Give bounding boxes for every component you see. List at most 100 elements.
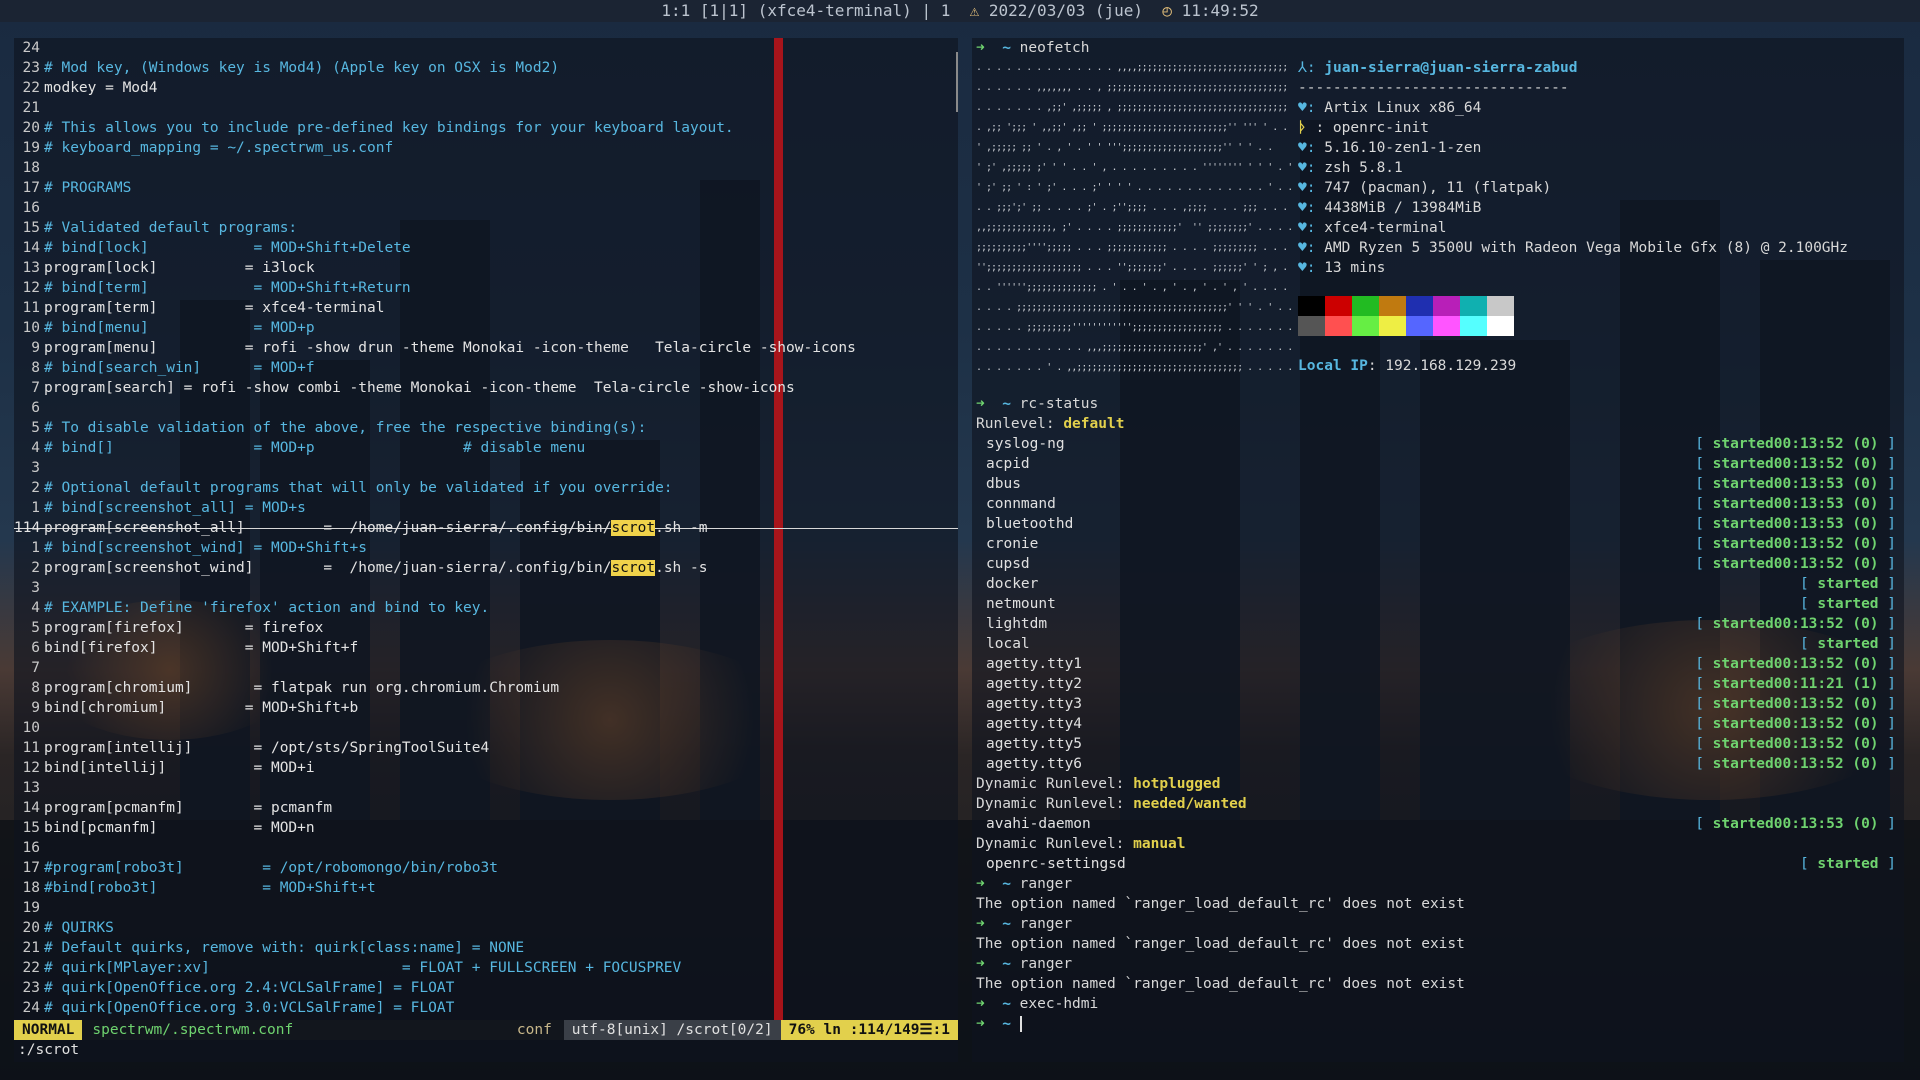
editor-line[interactable]: 24 [14,38,958,58]
editor-line[interactable]: 15 # Validated default programs: [14,218,958,238]
editor-line[interactable]: 5 program[firefox] = firefox [14,618,958,638]
line-number: 6 [31,400,40,416]
editor-line[interactable]: 21 [14,98,958,118]
editor-line[interactable]: 18 #bind[robo3t] = MOD+Shift+t [14,878,958,898]
prompt-arrow-icon: ➜ [976,916,985,932]
editor-line[interactable]: 18 [14,158,958,178]
line-number: 8 [31,360,40,376]
editor-line[interactable]: 4 # EXAMPLE: Define 'firefox' action and … [14,598,958,618]
init-icon: ᚦ [1298,120,1307,136]
editor-line[interactable]: 13 program[lock] = i3lock [14,258,958,278]
editor-line[interactable]: 1 # bind[screenshot_all] = MOD+s [14,498,958,518]
service-name: lightdm [986,616,1048,632]
workspace-indicator[interactable]: 1:1 [1|1] (xfce4-terminal) | 1 [661,1,950,20]
color-swatch [1352,316,1379,336]
comment-text: # bind[menu] = MOD+p [44,320,315,336]
service-state: started [1817,576,1879,592]
editor-line[interactable]: 19 [14,898,958,918]
line-number: 2 [31,480,40,496]
editor-buffer[interactable]: 24 23 # Mod key, (Windows key is Mod4) (Ap… [14,38,958,1018]
vim-command-line[interactable]: :/scrot [14,1040,958,1060]
editor-line[interactable]: 14 program[pcmanfm] = pcmanfm [14,798,958,818]
editor-line[interactable]: 3 [14,458,958,478]
heart-icon: ♥: [1298,220,1316,236]
ascii-art-line: ' ;' ,;;;;; ;' ' ' . . ' , . . . . . . .… [976,162,1292,173]
terminal-window[interactable]: ➜ ~ neofetch . . . . . . . . . . . . . .… [972,38,1904,1062]
editor-line[interactable]: 7 program[search] = rofi -show combi -the… [14,378,958,398]
service-name: docker [986,576,1039,592]
service-state: started [1817,596,1879,612]
active-prompt[interactable]: ➜ ~ [972,1014,1904,1034]
editor-line[interactable]: 15 bind[pcmanfm] = MOD+n [14,818,958,838]
editor-line[interactable]: 9 program[menu] = rofi -show drun -theme … [14,338,958,358]
editor-line[interactable]: 21 # Default quirks, remove with: quirk[c… [14,938,958,958]
editor-line[interactable]: 10 [14,718,958,738]
vim-editor-window[interactable]: 24 23 # Mod key, (Windows key is Mod4) (Ap… [14,38,958,1062]
line-number: 23 [22,60,40,76]
editor-line[interactable]: 4 # bind[] = MOD+p # disable menu [14,438,958,458]
editor-line[interactable]: 7 [14,658,958,678]
color-swatch [1325,316,1352,336]
editor-line[interactable]: 20 # QUIRKS [14,918,958,938]
bracket: ] [1878,436,1896,452]
editor-line[interactable]: 1 # bind[screenshot_wind] = MOD+Shift+s [14,538,958,558]
error-message: The option named `ranger_load_default_rc… [976,936,1465,952]
bracket: [ [1799,596,1818,612]
line-number: 19 [22,140,40,156]
dynamic-runlevel-value: needed/wanted [1133,796,1247,812]
editor-line[interactable]: 11 program[intellij] = /opt/sts/SpringToo… [14,738,958,758]
editor-line[interactable]: 9 bind[chromium] = MOD+Shift+b [14,698,958,718]
editor-line[interactable]: 17 #program[robo3t] = /opt/robomongo/bin/… [14,858,958,878]
editor-line[interactable]: 17 # PROGRAMS [14,178,958,198]
service-row: docker [ started ] [972,574,1904,594]
editor-line[interactable]: 6 [14,398,958,418]
bracket: ] [1878,576,1896,592]
service-state: started [1712,676,1774,692]
editor-line[interactable]: 2 # Optional default programs that will o… [14,478,958,498]
bracket: ] [1878,616,1896,632]
editor-line[interactable]: 3 [14,578,958,598]
editor-line[interactable]: 22 modkey = Mod4 [14,78,958,98]
service-state: started [1712,556,1774,572]
service-state: started [1712,536,1774,552]
bracket: [ [1695,536,1713,552]
comment-text: # EXAMPLE: Define 'firefox' action and b… [44,600,490,616]
editor-line[interactable]: 8 # bind[search_win] = MOD+f [14,358,958,378]
editor-line[interactable]: 114 program[screenshot_all] = /home/juan-… [14,518,958,538]
code-text: program[chromium] = flatpak run org.chro… [44,680,560,696]
comment-text: # To disable validation of the above, fr… [44,420,647,436]
editor-line[interactable]: 16 [14,838,958,858]
service-state: started [1712,716,1774,732]
editor-line[interactable]: 19 # keyboard_mapping = ~/.spectrwm_us.co… [14,138,958,158]
editor-line[interactable]: 22 # quirk[MPlayer:xv] = FLOAT + FULLSCRE… [14,958,958,978]
editor-line[interactable]: 23 # quirk[OpenOffice.org 2.4:VCLSalFrame… [14,978,958,998]
color-swatch [1460,296,1487,316]
line-number: 4 [31,440,40,456]
editor-line[interactable]: 12 bind[intellij] = MOD+i [14,758,958,778]
editor-line[interactable]: 6 bind[firefox] = MOD+Shift+f [14,638,958,658]
dynamic-runlevel-label: Dynamic Runlevel: [976,836,1134,852]
service-state: started [1817,636,1879,652]
editor-line[interactable]: 23 # Mod key, (Windows key is Mod4) (Appl… [14,58,958,78]
editor-line[interactable]: 10 # bind[menu] = MOD+p [14,318,958,338]
editor-line[interactable]: 13 [14,778,958,798]
color-palette [1298,296,1518,336]
editor-line[interactable]: 8 program[chromium] = flatpak run org.chr… [14,678,958,698]
code-text: program[lock] = i3lock [44,260,315,276]
service-time: 00:13:52 (0) [1773,716,1879,732]
service-name: cupsd [986,556,1030,572]
service-row: dbus [ started 00:13:53 (0) ] [972,474,1904,494]
editor-line[interactable]: 5 # To disable validation of the above, f… [14,418,958,438]
editor-line[interactable]: 11 program[term] = xfce4-terminal [14,298,958,318]
error-message: The option named `ranger_load_default_rc… [976,896,1465,912]
bracket: [ [1695,476,1713,492]
service-name: avahi-daemon [986,816,1091,832]
editor-line[interactable]: 14 # bind[lock] = MOD+Shift+Delete [14,238,958,258]
editor-line[interactable]: 2 program[screenshot_wind] = /home/juan-s… [14,558,958,578]
editor-line[interactable]: 16 [14,198,958,218]
ascii-art-line: ;;;;;;;;;;'''';;;;; . . . ;;;;;;;;;;;; .… [976,242,1292,253]
editor-line[interactable]: 24 # quirk[OpenOffice.org 3.0:VCLSalFrame… [14,998,958,1018]
editor-line[interactable]: 20 # This allows you to include pre-defin… [14,118,958,138]
editor-line[interactable]: 12 # bind[term] = MOD+Shift+Return [14,278,958,298]
bracket: ] [1878,696,1896,712]
